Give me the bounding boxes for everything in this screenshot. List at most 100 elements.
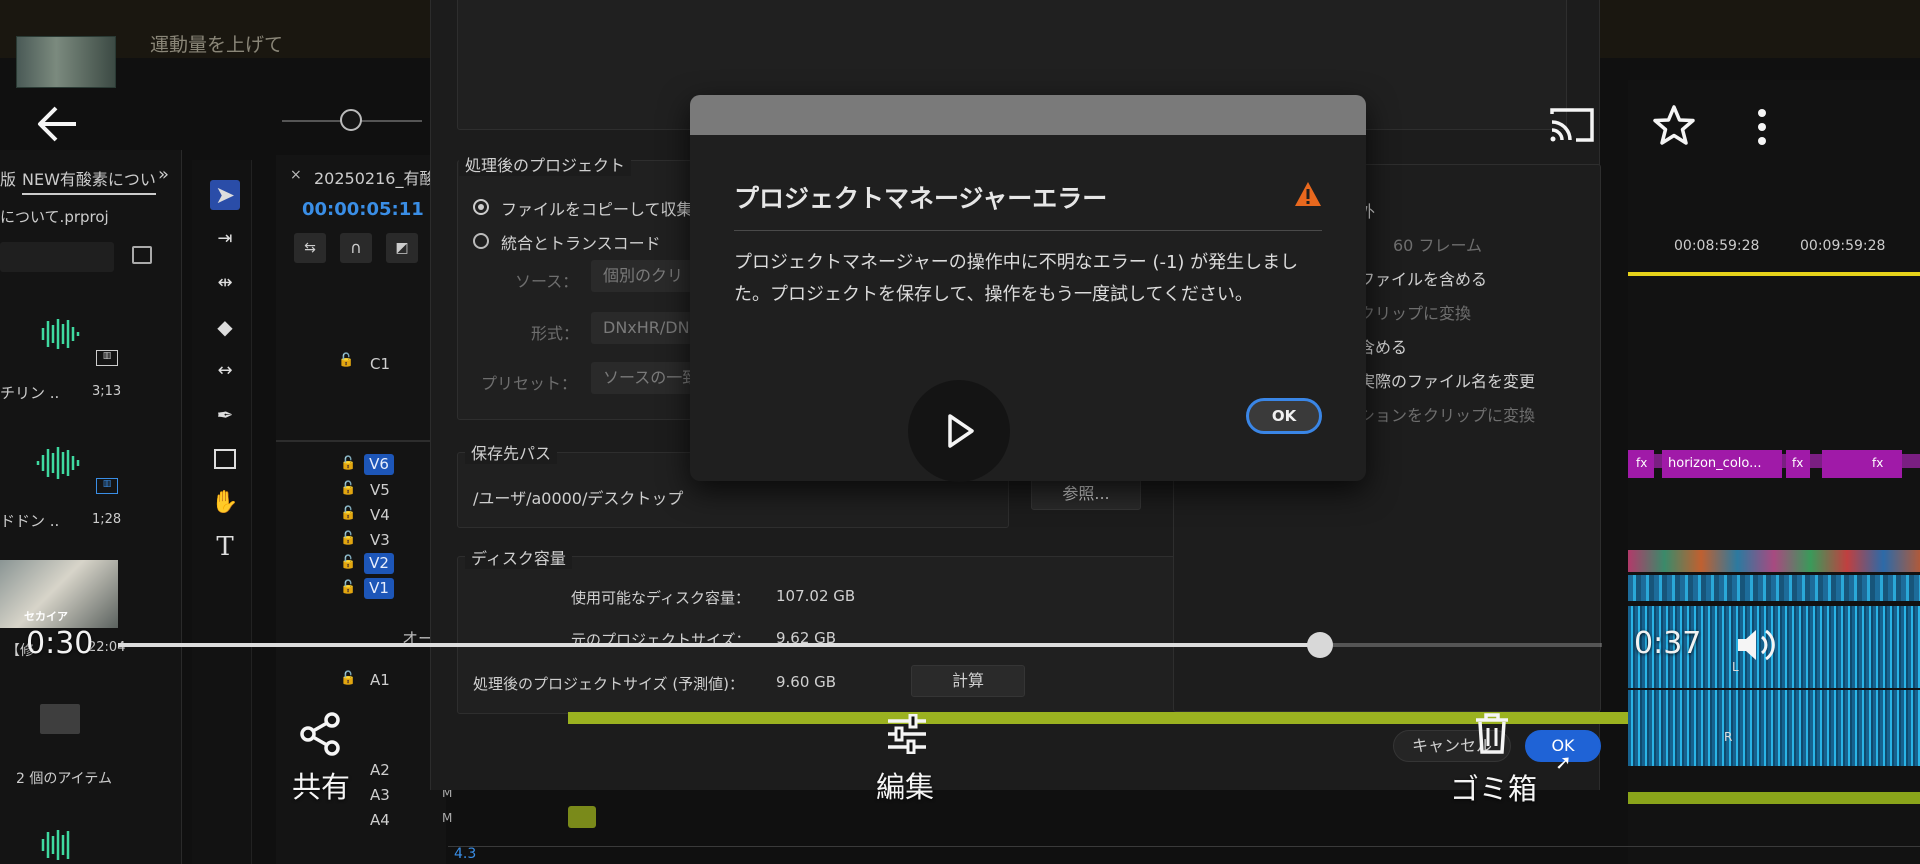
section-destination: 保存先パス (465, 440, 558, 464)
calculate-button[interactable]: 計算 (911, 665, 1025, 697)
audio-badge-icon-2: ▥ (96, 478, 118, 494)
error-dialog-separator (734, 230, 1322, 231)
track-v6[interactable]: V6 (364, 454, 394, 475)
track-a4[interactable]: A4 (370, 811, 390, 829)
audio-clip-thumbnail-3[interactable] (34, 826, 82, 864)
tools-panel: ➤ ⇥ ⇹ ◆ ↔ ✒ ✋ T (192, 160, 252, 864)
option-convert-2[interactable]: ジションをクリップに変換 (1343, 402, 1535, 426)
project-tab-1[interactable]: 版 (0, 166, 16, 190)
star-icon[interactable] (1652, 104, 1696, 150)
music-clip-row-main[interactable] (568, 712, 1628, 724)
option-rename[interactable]: て実際のファイル名を変更 (1343, 368, 1535, 392)
project-search-input[interactable] (0, 242, 114, 272)
clip-label-2: ドドン .. (0, 512, 60, 530)
razor-tool-icon[interactable]: ◆ (210, 312, 240, 342)
video-clips-row[interactable] (1628, 575, 1920, 601)
clip-horizon[interactable]: horizon_colo... (1662, 450, 1782, 478)
share-label[interactable]: 共有 (292, 764, 350, 806)
radio-copy[interactable] (473, 199, 489, 215)
fx-badge-3[interactable]: fx (1822, 450, 1902, 478)
pen-tool-icon[interactable]: ✒ (210, 400, 240, 430)
cast-icon[interactable] (1548, 104, 1596, 148)
track-v4[interactable]: V4 (370, 506, 390, 524)
browse-button[interactable]: 参照... (1031, 478, 1141, 510)
clip-label-1: チリン .. (0, 384, 60, 402)
adjustment-clips-row[interactable] (1628, 550, 1920, 572)
lock-icon-v5[interactable]: 🔓 (340, 481, 356, 496)
back-arrow-icon[interactable] (36, 104, 80, 148)
option-handles-value[interactable]: 60 フレーム (1393, 232, 1482, 256)
error-ok-button[interactable]: OK (1246, 398, 1322, 434)
volume-icon[interactable] (1734, 624, 1776, 670)
ruler-time-2: 00:09:59:28 (1800, 238, 1886, 254)
current-time: 0:30 (26, 626, 94, 661)
fx-badge-2[interactable]: fx (1786, 450, 1810, 478)
scrub-progress (118, 643, 1320, 647)
audio-clip-thumbnail-1[interactable] (34, 315, 82, 353)
type-tool-icon[interactable]: T (210, 532, 240, 562)
play-button[interactable] (908, 380, 1010, 482)
lock-icon-v4[interactable]: 🔓 (340, 506, 356, 521)
lock-icon-v1[interactable]: 🔓 (340, 580, 356, 595)
section-resulting-project: 処理後のプロジェクト (459, 152, 632, 176)
work-area-bar[interactable] (1628, 272, 1920, 276)
clip-duration-1: 3;13 (92, 384, 122, 399)
lock-icon[interactable]: 🔓 (338, 353, 354, 368)
track-a2[interactable]: A2 (370, 761, 390, 779)
lock-icon-v6[interactable]: 🔓 (340, 456, 356, 471)
error-dialog-title: プロジェクトマネージャーエラー (734, 184, 1108, 213)
mute-toggle-a4[interactable]: M (442, 811, 452, 825)
music-clip-row[interactable] (1628, 792, 1920, 804)
video-clip-thumbnail[interactable]: セカイア (0, 560, 118, 628)
timeline-timecode[interactable]: 00:00:05:11 (302, 199, 424, 220)
trash-label[interactable]: ゴミ箱 (1450, 766, 1537, 808)
warning-icon (1295, 182, 1321, 206)
panel-overflow-icon[interactable]: » (158, 164, 169, 185)
radio-transcode-label: 統合とトランスコード (501, 234, 661, 253)
find-icon[interactable] (132, 246, 152, 264)
tune-icon[interactable] (886, 713, 928, 758)
lock-icon-v3[interactable]: 🔓 (340, 531, 356, 546)
track-select-tool-icon[interactable]: ⇥ (210, 224, 240, 254)
ripple-edit-tool-icon[interactable]: ⇹ (210, 268, 240, 298)
audio-waveform-right[interactable] (1628, 690, 1920, 766)
lock-icon-v2[interactable]: 🔓 (340, 555, 356, 570)
hand-tool-icon[interactable]: ✋ (210, 488, 240, 518)
preview-knob[interactable] (340, 109, 362, 131)
snap-magnet-icon[interactable]: ∩ (340, 233, 372, 263)
slip-tool-icon[interactable]: ↔ (210, 356, 240, 386)
selection-tool-icon[interactable]: ➤ (210, 180, 240, 210)
track-v1[interactable]: V1 (364, 578, 394, 599)
lock-icon-a1[interactable]: 🔓 (340, 671, 356, 686)
share-icon[interactable] (298, 712, 342, 760)
audio-clip-thumbnail-2[interactable] (34, 444, 82, 482)
track-a3[interactable]: A3 (370, 786, 390, 804)
folder-item-count: 2 個のアイテム (16, 771, 112, 787)
track-v5[interactable]: V5 (370, 481, 390, 499)
nest-icon[interactable]: ⇆ (294, 233, 326, 263)
edit-label[interactable]: 編集 (876, 764, 934, 806)
close-tab-icon[interactable]: × (290, 167, 302, 183)
folder-icon[interactable] (40, 704, 80, 734)
project-tab-2[interactable]: NEW有酸素につい (22, 166, 156, 195)
trash-icon[interactable] (1474, 712, 1510, 758)
scrub-knob[interactable] (1307, 632, 1333, 658)
track-v2[interactable]: V2 (364, 553, 394, 574)
radio-transcode[interactable] (473, 233, 489, 249)
notification-text: 運動量を上げて (150, 34, 284, 56)
destination-path: /ユーザ/a0000/デスクトップ (473, 489, 684, 508)
play-icon (948, 414, 974, 448)
transition-marker[interactable] (568, 806, 596, 828)
track-v3[interactable]: V3 (370, 531, 390, 549)
rectangle-tool-icon[interactable] (210, 444, 240, 474)
more-vert-icon[interactable] (1754, 108, 1770, 150)
audio-badge-icon: ▥ (96, 350, 118, 366)
timeline-right-strip: 00:08:59:28 00:09:59:28 fx horizon_colo.… (1628, 80, 1920, 864)
error-dialog-message: プロジェクトマネージャーの操作中に不明なエラー (-1) が発生しました。プロジ… (734, 252, 1299, 305)
fx-badge-1[interactable]: fx (1628, 450, 1654, 478)
clip-horizon-label: horizon_colo... (1668, 456, 1762, 471)
error-dialog-titlebar[interactable] (690, 95, 1366, 135)
sequence-tab[interactable]: 20250216_有酸 (314, 165, 435, 189)
linked-selection-icon[interactable]: ◩ (386, 233, 418, 263)
track-a1[interactable]: A1 (370, 671, 390, 689)
